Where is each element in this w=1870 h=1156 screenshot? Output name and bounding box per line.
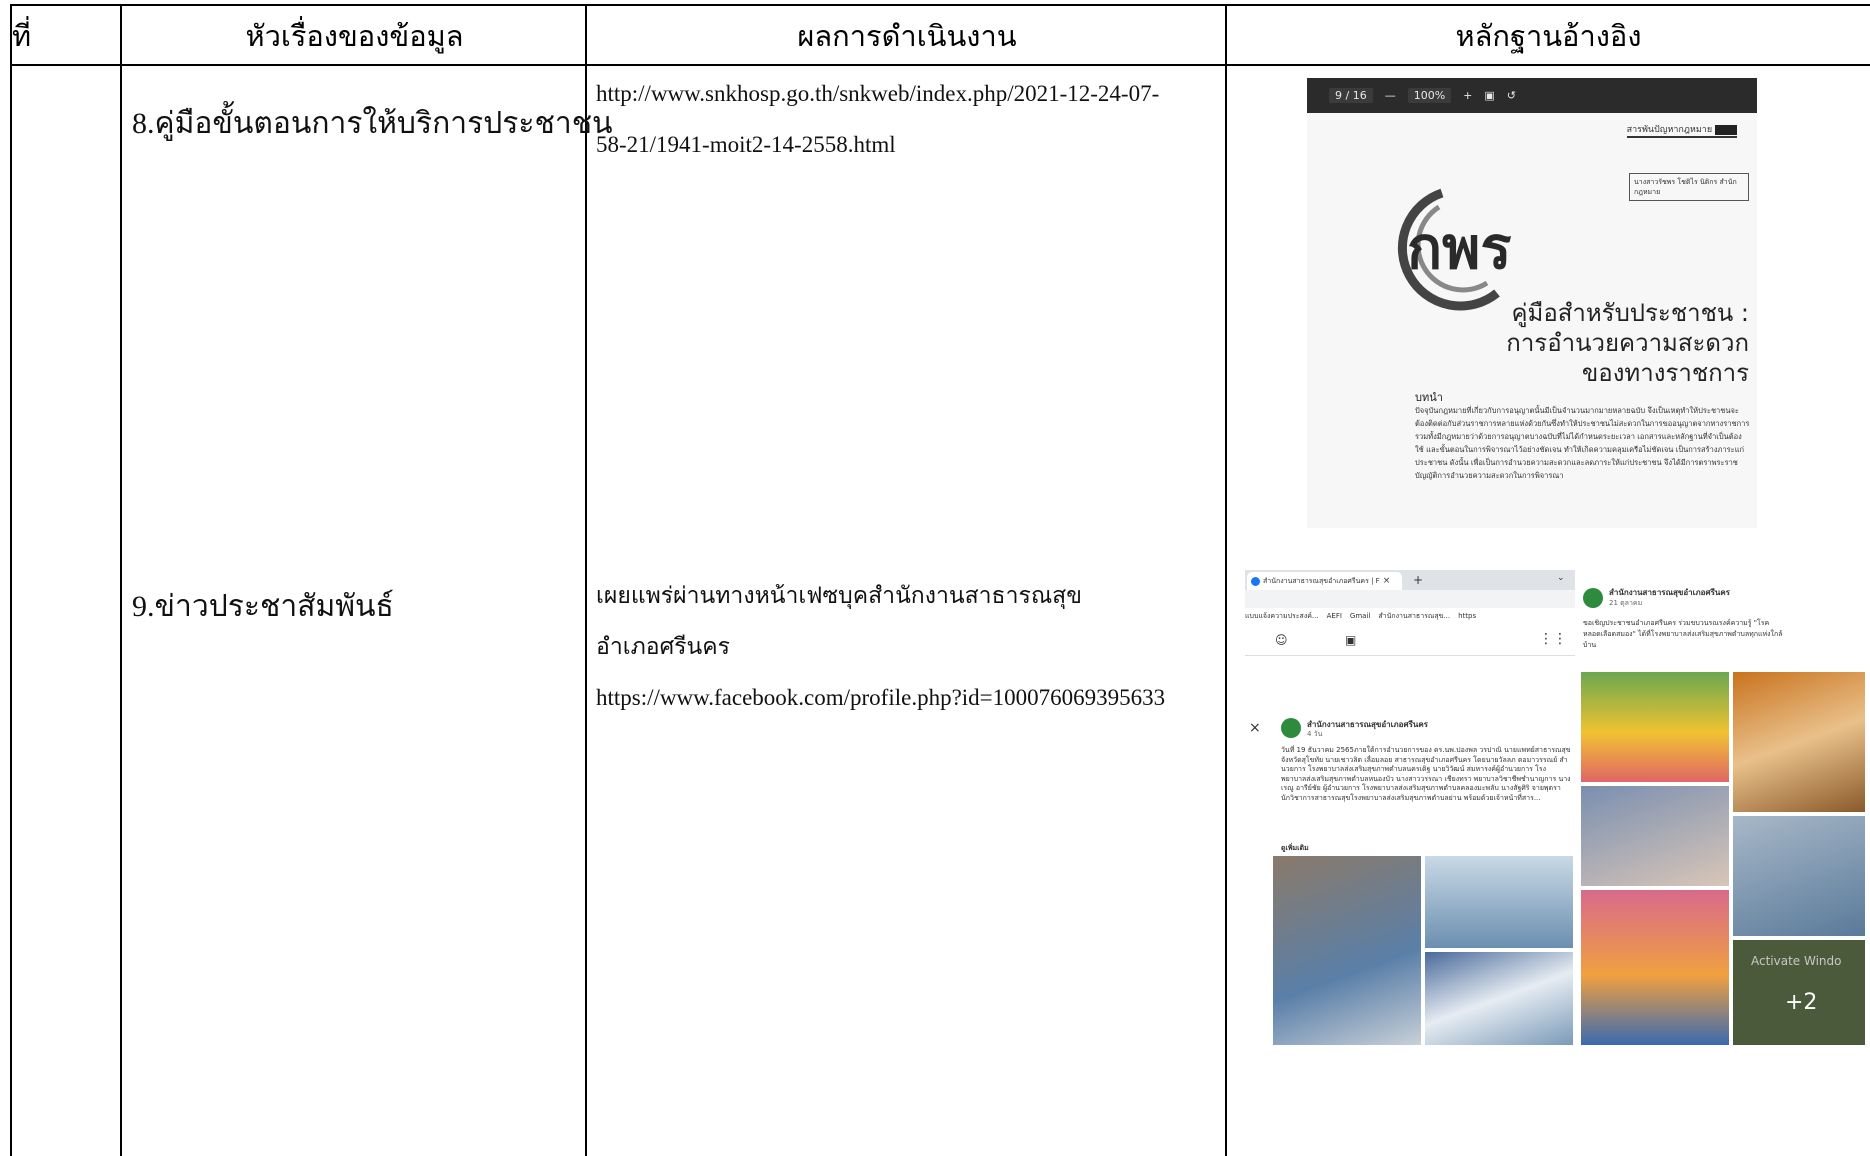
fb-post-card-2: สำนักงานสาธารณสุขอำเภอศรีนคร 21 ตุลาคม ข…	[1575, 570, 1865, 1045]
zoom-in-icon: +	[1463, 89, 1473, 102]
page-indicator: 9 / 16	[1329, 88, 1373, 103]
fit-page-icon: ▣	[1484, 89, 1495, 102]
browser-tab-bar: สำนักงานสาธารณสุขอำเภอศรีนคร | F × + ⌄	[1245, 570, 1575, 590]
pdf-header-right: สารพันปัญหากฎหมาย	[1626, 122, 1737, 138]
post-text: วันที่ 19 ธันวาคม 2565ภายใต้การอำนวยการข…	[1281, 746, 1571, 802]
post2-photo[interactable]	[1581, 672, 1729, 782]
post2-photo[interactable]	[1733, 816, 1865, 936]
post2-time: 21 ตุลาคม	[1609, 599, 1643, 607]
column-divider	[585, 4, 587, 1156]
facebook-icon	[1251, 576, 1260, 586]
post-photo[interactable]	[1273, 856, 1421, 1045]
column-divider	[120, 4, 122, 1156]
post-photo[interactable]	[1425, 856, 1573, 948]
pdf-intro-text: ปัจจุบันกฎหมายที่เกี่ยวกับการอนุญาตนั้นม…	[1415, 406, 1750, 480]
header-evidence: หลักฐานอ้างอิง	[1455, 19, 1642, 53]
post2-photo[interactable]	[1581, 786, 1729, 886]
post-photo[interactable]	[1425, 952, 1573, 1045]
post2-photo[interactable]	[1733, 672, 1865, 812]
post2-photo[interactable]	[1581, 890, 1729, 1045]
column-divider	[1225, 4, 1227, 1156]
fb-post-card: สำนักงานสาธารณสุขอำเภอศรีนคร 4 วัน วันที…	[1273, 718, 1575, 1045]
menu-grid-icon[interactable]: ⋮⋮	[1539, 631, 1567, 647]
zoom-out-icon: —	[1384, 89, 1396, 102]
pdf-title: คู่มือสำหรับประชาชน : การอำนวยความสะดวก …	[1506, 299, 1749, 387]
zoom-level: 100%	[1407, 88, 1452, 103]
row-9-result-line1: เผยแพร่ผ่านทางหน้าเฟซบุคสำนักงานสาธารณสุ…	[596, 583, 1082, 608]
gpr-logo-text: กพร	[1407, 214, 1512, 282]
header-result: ผลการดำเนินงาน	[797, 19, 1017, 53]
page-avatar	[1583, 588, 1603, 608]
bookmarks-bar: แบบแจ้งความประสงค์... AEFI Gmail สำนักงา…	[1245, 608, 1575, 624]
browser-tab[interactable]: สำนักงานสาธารณสุขอำเภอศรีนคร | F ×	[1247, 572, 1402, 590]
column-divider	[10, 4, 12, 1156]
see-more-link[interactable]: ดูเพิ่มเติม	[1281, 843, 1309, 854]
row-9-result-line3: https://www.facebook.com/profile.php?id=…	[596, 685, 1166, 710]
row-8-topic: 8.คู่มือขั้นตอนการให้บริการประชาชน	[132, 107, 613, 140]
close-icon[interactable]: ×	[1249, 720, 1261, 736]
chevron-down-icon[interactable]: ⌄	[1557, 573, 1565, 583]
facebook-evidence-screenshot: สำนักงานสาธารณสุขอำเภอศรีนคร | F × + ⌄ แ…	[1245, 570, 1865, 1045]
post2-photo-more[interactable]: Activate Windo +2	[1733, 940, 1865, 1045]
pdf-evidence-screenshot: 9 / 16 — 100% + ▣ ↺ สารพันปัญหากฎหมาย นา…	[1307, 78, 1757, 528]
pdf-toolbar: 9 / 16 — 100% + ▣ ↺	[1307, 78, 1757, 113]
header-topic: หัวเรื่องของข้อมูล	[245, 19, 464, 53]
pdf-author-box: นางสาวรัชพร โชติไร นิติกร สำนักกฎหมาย	[1629, 173, 1749, 201]
row-8-result-line2: 58-21/1941-moit2-14-2558.html	[596, 132, 896, 157]
browser-window: สำนักงานสาธารณสุขอำเภอศรีนคร | F × + ⌄ แ…	[1245, 570, 1575, 1045]
post2-text: ขอเชิญประชาชนอำเภอศรีนคร ร่วมขบวนรณรงค์ค…	[1583, 619, 1783, 649]
row-9-topic: 9.ข่าวประชาสัมพันธ์	[132, 590, 394, 623]
page-avatar	[1281, 718, 1301, 738]
rotate-icon: ↺	[1506, 89, 1516, 102]
fb-nav-bar: ☺ ▣ ⋮⋮	[1245, 625, 1575, 656]
gaming-icon[interactable]: ▣	[1345, 633, 1356, 647]
header-no: ที่	[12, 19, 32, 53]
groups-icon[interactable]: ☺	[1275, 633, 1288, 647]
row-9-result-line2: อำเภอศรีนคร	[596, 634, 730, 659]
post-page-name[interactable]: สำนักงานสาธารณสุขอำเภอศรีนคร	[1307, 718, 1428, 731]
close-tab-icon[interactable]: ×	[1383, 576, 1391, 586]
watermark-text: Activate Windo	[1751, 954, 1842, 968]
more-photos-count: +2	[1785, 990, 1818, 1015]
post-time: 4 วัน	[1307, 730, 1323, 738]
row-8-result-line1: http://www.snkhosp.go.th/snkweb/index.ph…	[596, 81, 1160, 106]
new-tab-icon[interactable]: +	[1413, 573, 1423, 587]
address-bar[interactable]	[1245, 590, 1575, 608]
